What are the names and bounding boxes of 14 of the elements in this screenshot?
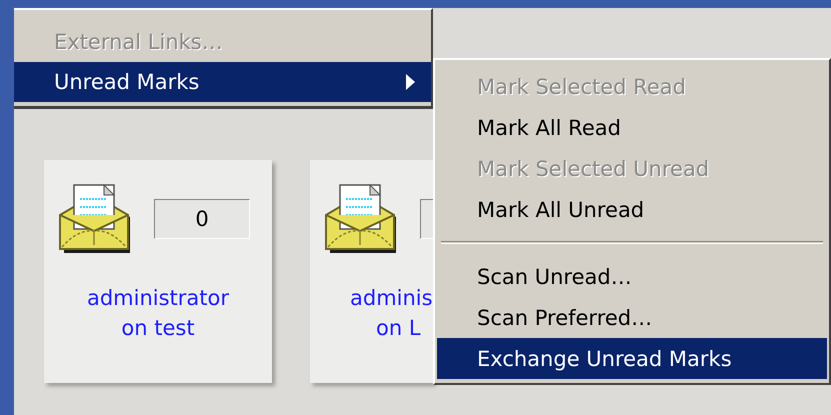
account-label: adminis: [350, 286, 433, 310]
menu-item[interactable]: Exchange Unread Marks: [437, 338, 827, 379]
account-card[interactable]: 0 administrator on test: [44, 160, 272, 383]
menu-item[interactable]: Mark All Read: [437, 107, 827, 148]
account-label: on L: [375, 316, 421, 340]
menu-item[interactable]: Scan Unread…: [437, 256, 827, 297]
account-label: administrator: [86, 286, 230, 310]
submenu-arrow-icon: [406, 74, 415, 90]
menu-item[interactable]: Scan Preferred…: [437, 297, 827, 338]
account-card[interactable]: adminis on L: [310, 160, 433, 383]
menu-item[interactable]: Mark All Unread: [437, 189, 827, 230]
count-field: 0: [154, 199, 250, 239]
account-label: on test: [121, 316, 195, 340]
menu-item[interactable]: Unread Marks: [14, 62, 431, 102]
